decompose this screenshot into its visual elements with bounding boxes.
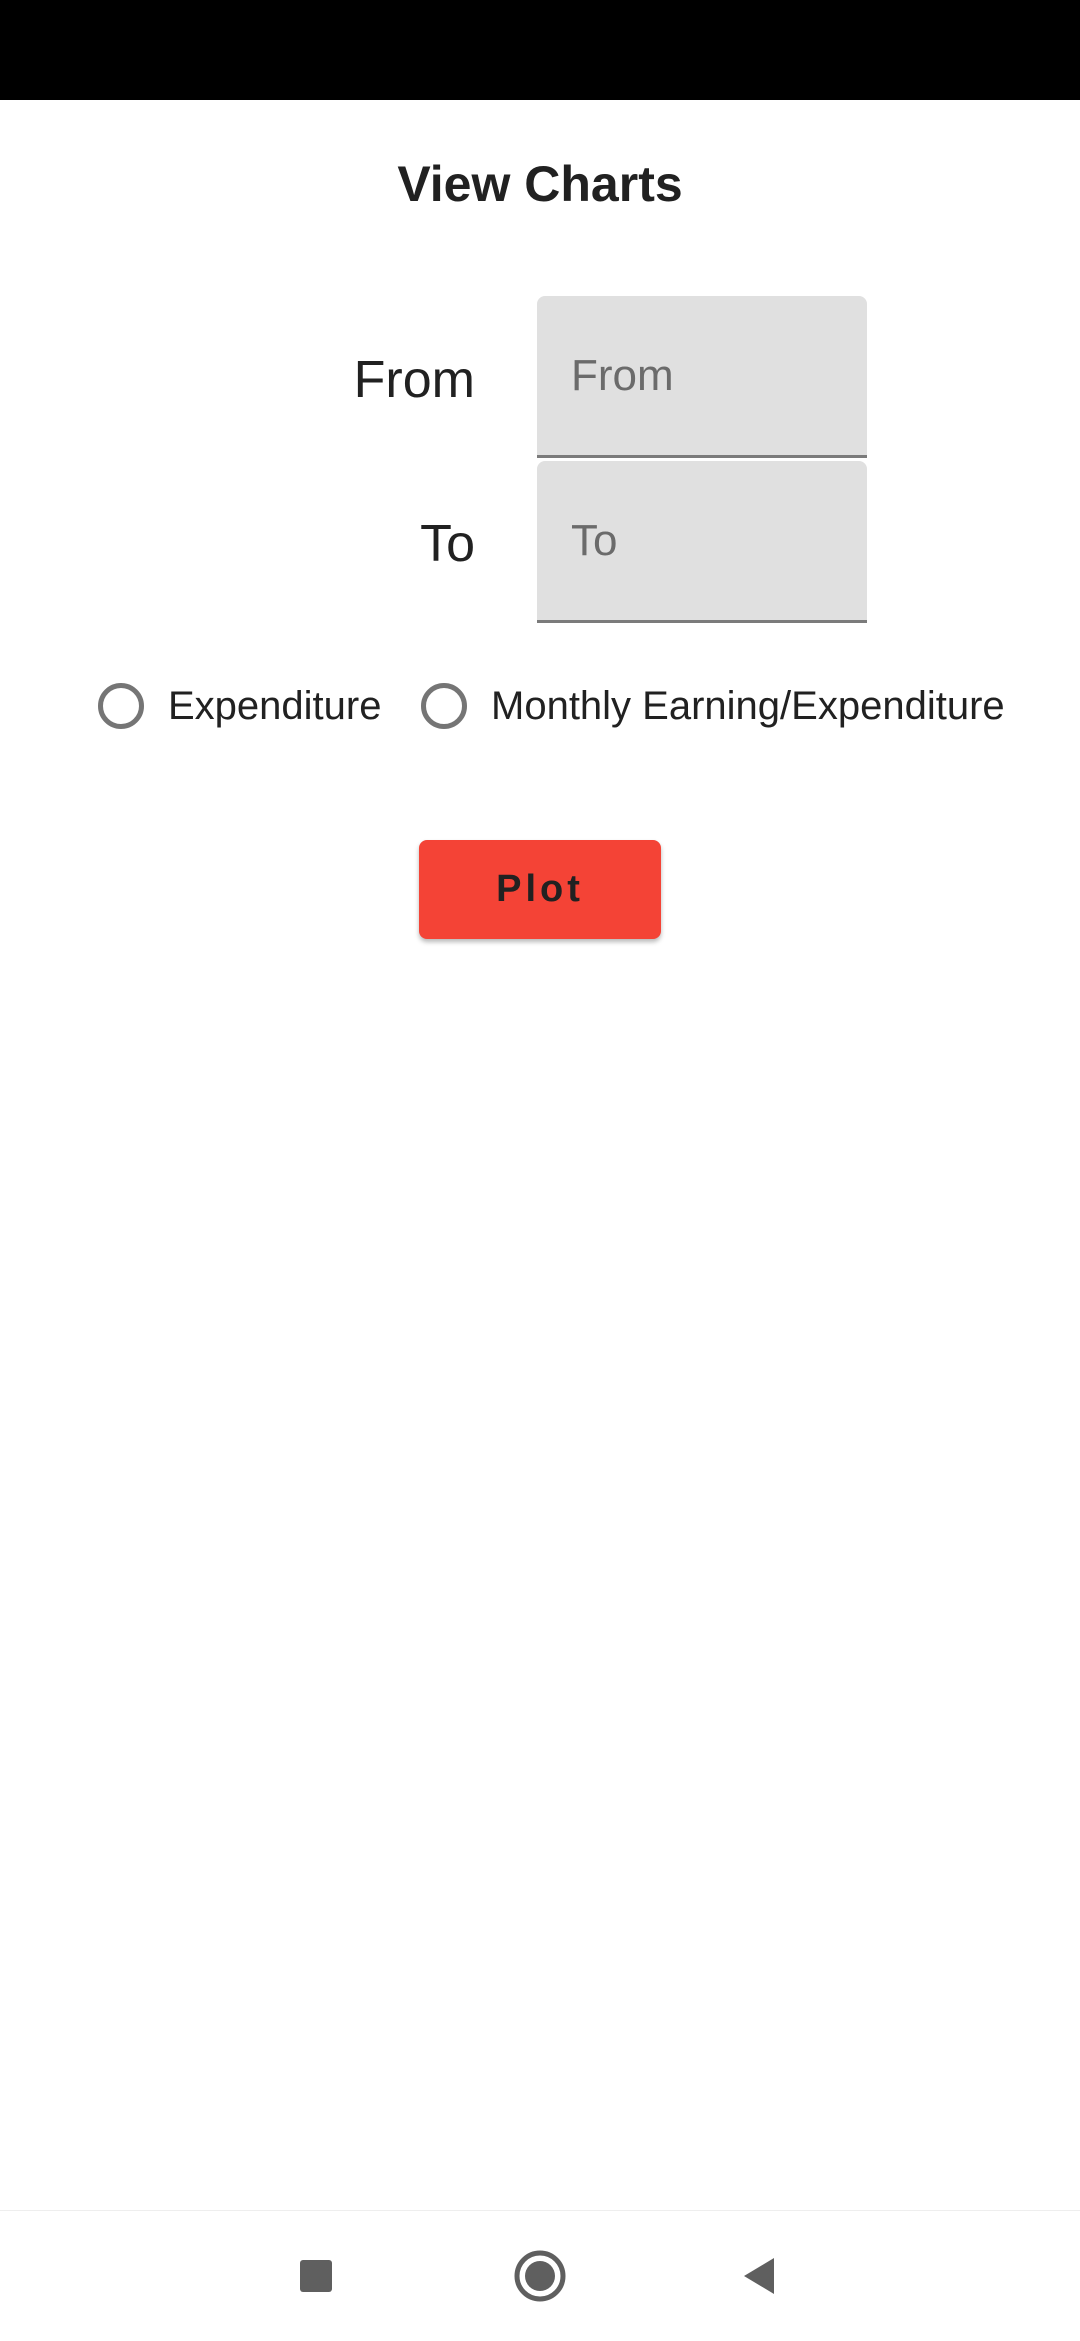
to-field[interactable] — [537, 461, 867, 623]
radio-monthly-earning-expenditure[interactable]: Monthly Earning/Expenditure — [421, 676, 1005, 736]
recents-icon — [300, 2260, 332, 2292]
home-button[interactable] — [480, 2211, 600, 2341]
to-input[interactable] — [537, 461, 867, 620]
back-button[interactable] — [700, 2211, 820, 2341]
home-icon — [514, 2250, 566, 2302]
recents-button[interactable] — [256, 2211, 376, 2341]
radio-button-monthly-earning-expenditure[interactable] — [421, 683, 467, 729]
from-input[interactable] — [537, 296, 867, 455]
plot-button[interactable]: Plot — [419, 840, 661, 939]
page-title: View Charts — [397, 156, 683, 212]
radio-button-expenditure[interactable] — [98, 683, 144, 729]
from-field[interactable] — [537, 296, 867, 458]
to-label: To — [420, 515, 475, 573]
radio-expenditure[interactable]: Expenditure — [98, 676, 381, 736]
from-label: From — [353, 351, 475, 409]
chart-type-radio-group: Expenditure Monthly Earning/Expenditure — [0, 676, 1080, 736]
navigation-bar — [0, 2210, 1080, 2341]
radio-label-expenditure: Expenditure — [168, 683, 382, 728]
back-icon — [744, 2258, 774, 2294]
status-bar — [0, 0, 1080, 100]
radio-label-monthly-earning-expenditure: Monthly Earning/Expenditure — [491, 683, 1005, 728]
